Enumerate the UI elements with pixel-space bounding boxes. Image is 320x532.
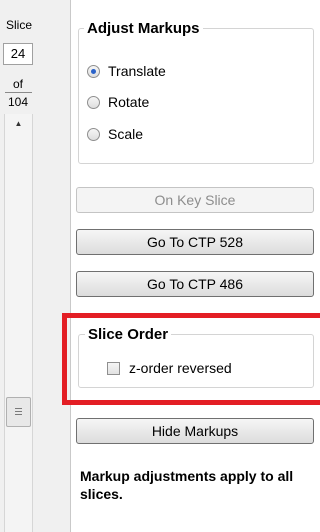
on-key-slice-button[interactable]: On Key Slice <box>76 187 314 213</box>
radio-rotate-label: Rotate <box>108 94 150 110</box>
grip-icon <box>15 411 22 412</box>
grip-icon <box>15 414 22 415</box>
highlight-box <box>62 313 320 405</box>
current-slice-field[interactable]: 24 <box>3 43 33 65</box>
of-divider <box>5 92 32 93</box>
scroll-thumb[interactable] <box>6 397 31 427</box>
panel-divider <box>70 0 71 532</box>
slice-scrollbar[interactable]: ▲ <box>4 114 33 532</box>
radio-scale-label: Scale <box>108 126 144 142</box>
adjust-markups-title: Adjust Markups <box>84 20 203 38</box>
grip-icon <box>15 408 22 409</box>
slice-label: Slice <box>5 18 32 32</box>
radio-translate[interactable]: Translate <box>87 62 166 80</box>
radio-rotate[interactable]: Rotate <box>87 93 149 111</box>
of-label: of <box>12 77 23 91</box>
radio-scale[interactable]: Scale <box>87 125 143 143</box>
total-slices-label: 104 <box>7 95 29 109</box>
markup-note: Markup adjustments apply to all slices. <box>80 468 294 502</box>
slice-navigator: Slice 24 of 104 ▲ <box>0 0 70 532</box>
radio-unselected-icon[interactable] <box>87 127 100 141</box>
radio-unselected-icon[interactable] <box>87 95 100 109</box>
radio-translate-label: Translate <box>108 63 166 79</box>
scroll-up-icon[interactable]: ▲ <box>5 114 32 132</box>
radio-selected-icon[interactable] <box>87 64 100 78</box>
go-to-ctp-486-button[interactable]: Go To CTP 486 <box>76 271 314 297</box>
hide-markups-button[interactable]: Hide Markups <box>76 418 314 444</box>
go-to-ctp-528-button[interactable]: Go To CTP 528 <box>76 229 314 255</box>
